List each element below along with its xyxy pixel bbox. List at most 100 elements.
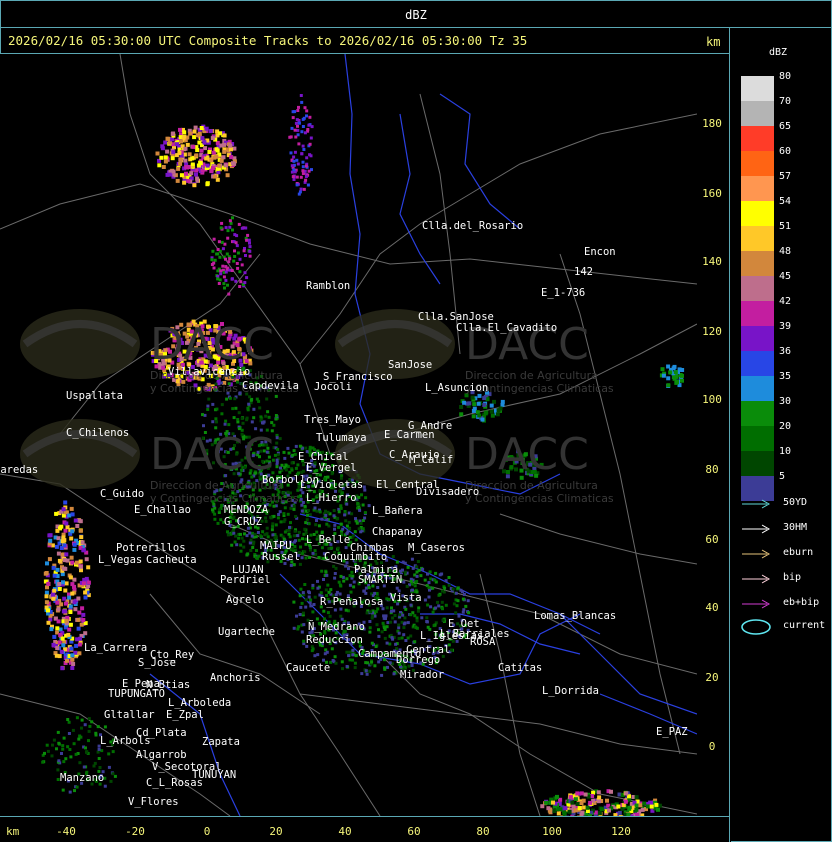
place-label: Algarrob <box>136 749 187 761</box>
radar-echo-cell <box>336 546 340 550</box>
y-tick-label: 100 <box>702 393 722 406</box>
radar-echo-cell <box>90 720 94 724</box>
radar-echo-cell <box>210 258 214 262</box>
radar-echo-cell <box>213 512 217 516</box>
radar-echo-cell <box>64 601 68 606</box>
radar-echo-cell <box>236 266 240 270</box>
radar-echo-cell <box>413 640 417 644</box>
radar-echo-cell <box>298 190 302 194</box>
radar-echo-cell <box>483 411 488 416</box>
radar-echo-cell <box>307 522 311 526</box>
radar-echo-cell <box>563 806 568 811</box>
radar-echo-cell <box>237 411 241 415</box>
radar-echo-cell <box>259 415 263 419</box>
radar-echo-cell <box>192 129 197 134</box>
radar-echo-cell <box>466 599 470 603</box>
radar-echo-cell <box>276 447 280 451</box>
radar-echo-cell <box>77 651 82 656</box>
radar-echo-cell <box>219 269 223 273</box>
radar-echo-cell <box>377 634 381 638</box>
radar-echo-cell <box>364 586 368 590</box>
radar-echo-cell <box>323 617 326 621</box>
radar-echo-cell <box>409 603 413 607</box>
radar-echo-cell <box>76 617 81 622</box>
radar-echo-cell <box>165 172 170 177</box>
radar-echo-cell <box>673 370 678 375</box>
radar-echo-cell <box>228 396 232 400</box>
legend-track-label: eb+bip <box>783 597 820 608</box>
place-label: L_Bañera <box>372 505 423 517</box>
radar-echo-cell <box>68 622 73 627</box>
radar-echo-cell <box>157 163 162 168</box>
radar-echo-cell <box>415 570 419 574</box>
radar-echo-cell <box>79 535 84 540</box>
radar-echo-cell <box>218 508 221 512</box>
radar-echo-cell <box>305 518 309 522</box>
radar-echo-cell <box>294 135 298 139</box>
radar-echo-cell <box>390 606 393 610</box>
radar-echo-cell <box>52 634 57 639</box>
radar-echo-cell <box>304 556 308 560</box>
radar-echo-cell <box>313 506 317 510</box>
legend-swatch <box>741 401 774 426</box>
radar-echo-cell <box>57 741 61 745</box>
legend-swatch <box>741 251 774 276</box>
radar-echo-cell <box>426 572 429 576</box>
radar-echo-cell <box>45 561 49 566</box>
radar-echo-cell <box>315 617 319 621</box>
radar-echo-cell <box>299 545 302 549</box>
radar-echo-cell <box>288 525 291 529</box>
radar-echo-cell <box>302 623 306 627</box>
radar-echo-cell <box>64 552 69 557</box>
radar-echo-cell <box>359 521 363 525</box>
radar-echo-cell <box>224 265 228 269</box>
radar-echo-cell <box>441 618 445 622</box>
radar-echo-cell <box>341 667 344 671</box>
radar-echo-cell <box>68 575 73 580</box>
radar-echo-cell <box>295 118 299 122</box>
radar-echo-cell <box>640 807 645 812</box>
radar-echo-cell <box>579 791 584 796</box>
radar-echo-cell <box>597 811 602 816</box>
radar-echo-cell <box>62 736 66 740</box>
radar-echo-cell <box>311 583 315 587</box>
legend-swatch <box>741 176 774 201</box>
radar-map[interactable]: DACC Direccion de Agricultura y Contingenc… <box>0 54 697 816</box>
place-label: L_Hierro <box>306 492 357 504</box>
watermark-text: DACC <box>465 429 589 480</box>
radar-echo-cell <box>600 807 604 812</box>
radar-echo-cell <box>86 565 91 570</box>
radar-echo-cell <box>228 225 232 229</box>
arrow-icon <box>742 549 771 559</box>
radar-echo-cell <box>220 403 224 407</box>
radar-echo-cell <box>248 531 252 535</box>
radar-echo-cell <box>456 599 460 603</box>
radar-echo-cell <box>233 255 237 258</box>
place-label: Ugarteche <box>218 626 275 638</box>
place-label: Central <box>406 644 451 656</box>
radar-echo-cell <box>57 759 61 763</box>
radar-echo-cell <box>290 126 294 130</box>
place-label: Tulumaya <box>316 432 367 444</box>
place-label: L_Vegas <box>98 554 143 566</box>
radar-echo-cell <box>304 605 308 609</box>
legend-swatch <box>741 276 774 301</box>
y-tick-label: 180 <box>702 117 722 130</box>
place-label: E_Carmen <box>384 429 435 441</box>
radar-echo-cell <box>364 669 368 673</box>
radar-echo-cell <box>345 650 349 654</box>
radar-echo-cell <box>551 800 555 805</box>
radar-echo-cell <box>297 538 301 542</box>
radar-echo-cell <box>415 574 419 578</box>
radar-echo-cell <box>252 416 256 420</box>
district-border <box>399 113 441 285</box>
place-label: E_PAZ <box>656 726 688 738</box>
radar-echo-cell <box>210 166 215 171</box>
radar-echo-cell <box>443 586 447 590</box>
y-tick-label: 80 <box>705 463 719 476</box>
legend-swatch <box>741 126 774 151</box>
radar-echo-cell <box>324 509 327 513</box>
radar-echo-cell <box>298 444 302 448</box>
radar-echo-cell <box>278 437 282 441</box>
radar-echo-cell <box>282 450 286 454</box>
